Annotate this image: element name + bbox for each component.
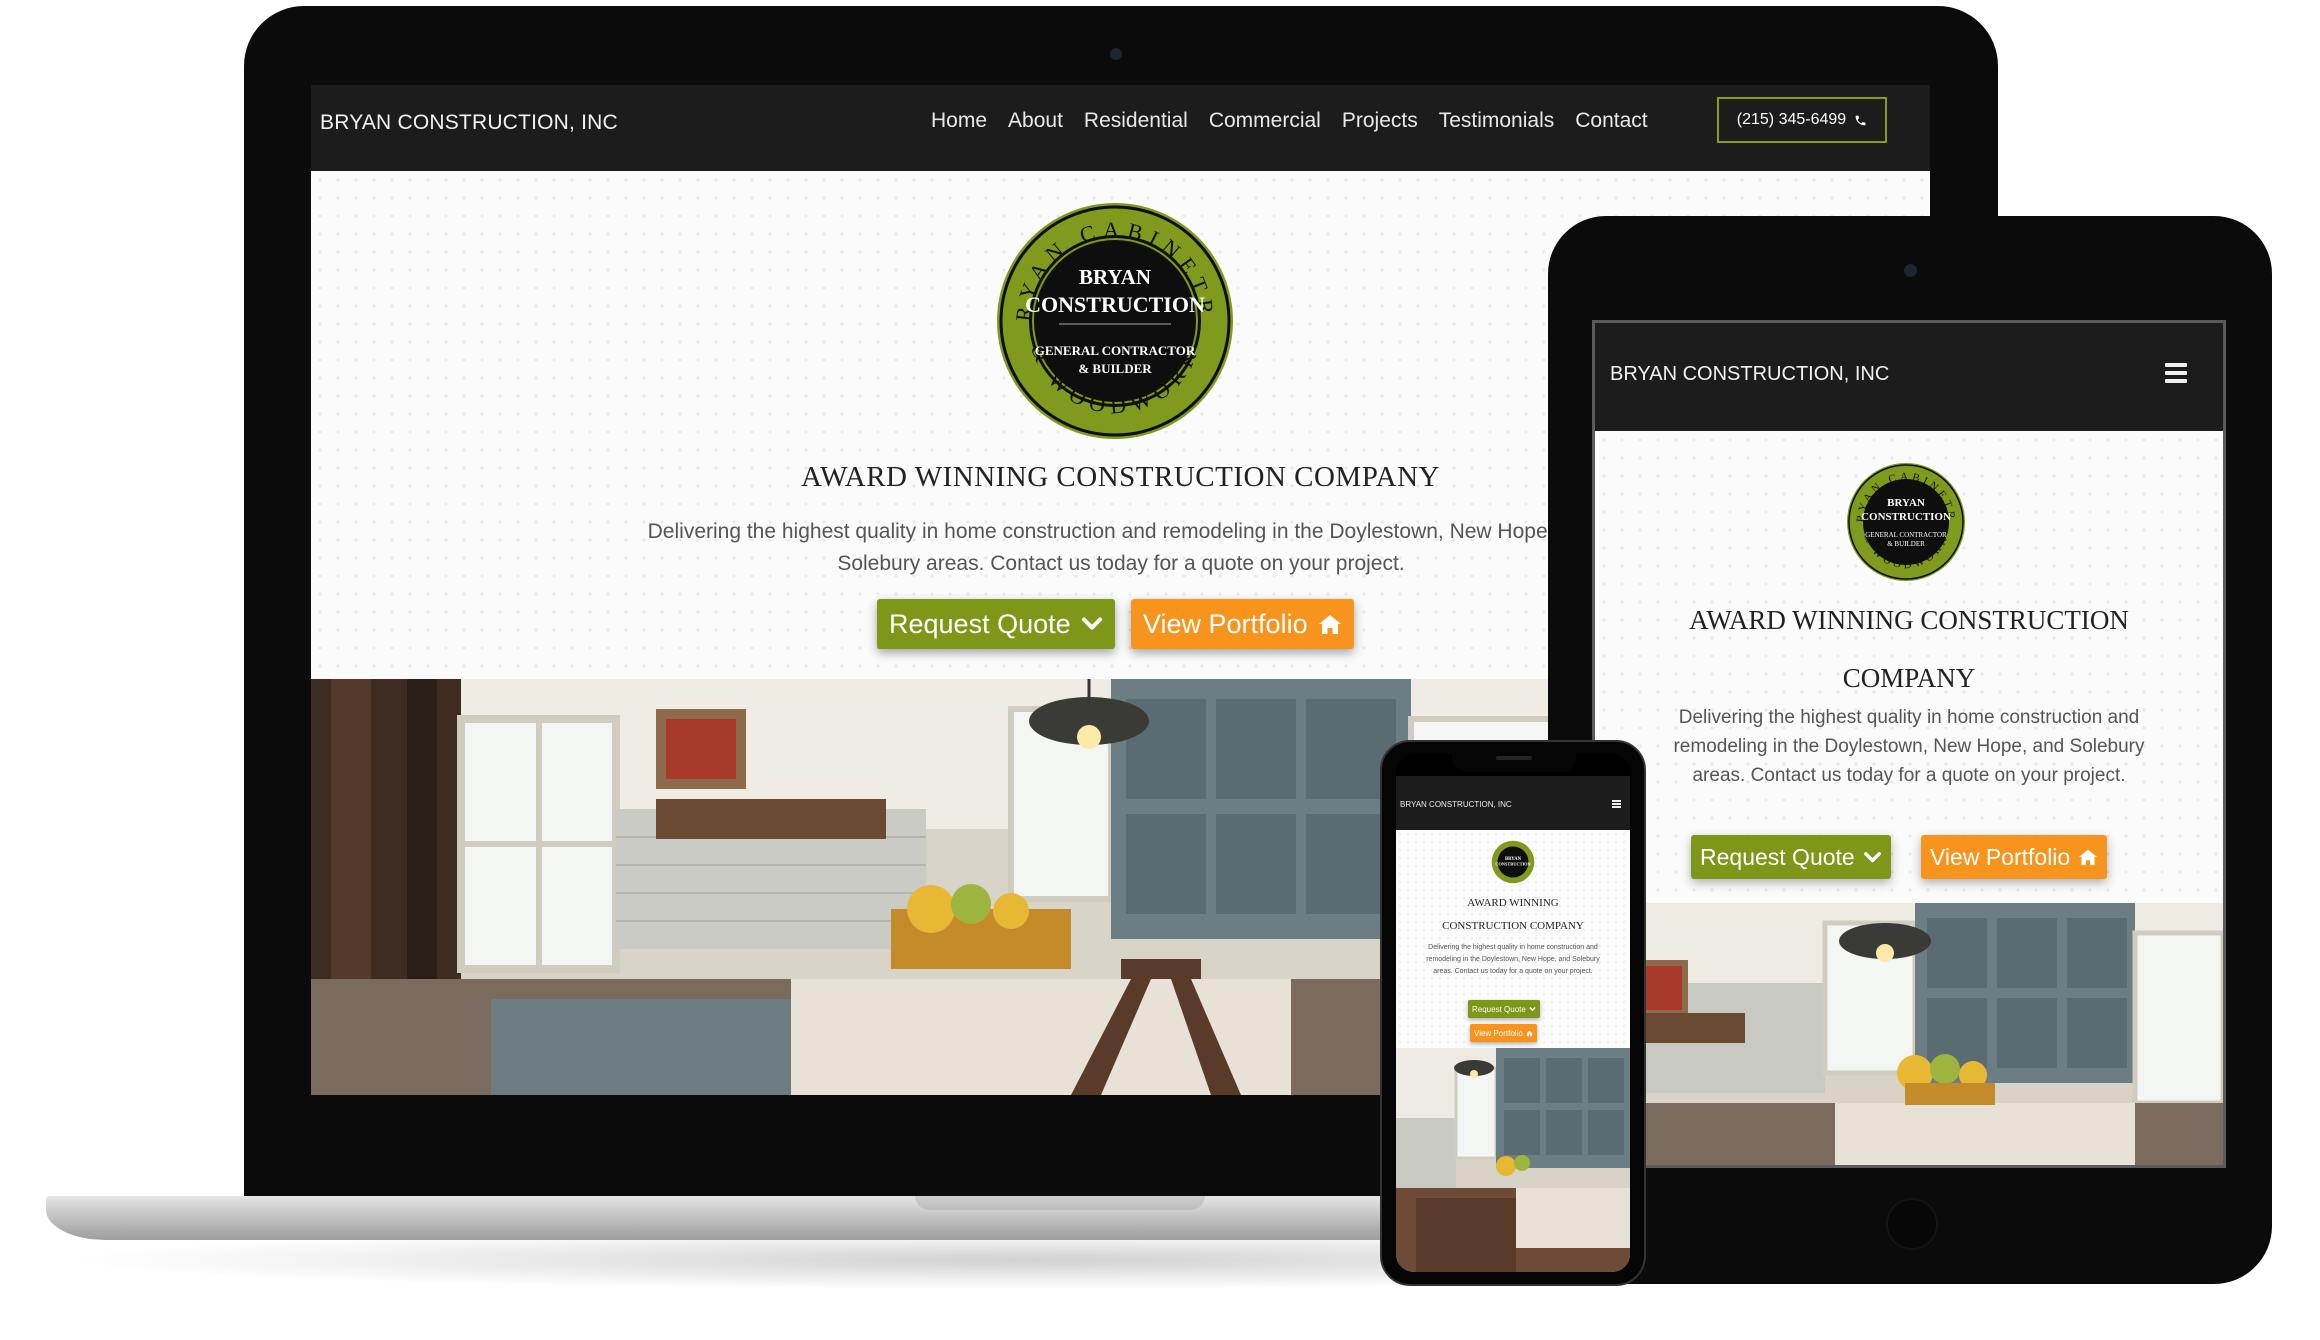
nav-item-projects[interactable]: Projects — [1342, 109, 1418, 133]
phone-screen: BRYAN CONSTRUCTION, INC BRYAN CONSTRUCTI… — [1396, 754, 1630, 1272]
tablet-camera — [1904, 264, 1917, 277]
phone-notch — [1452, 750, 1576, 772]
phone-button[interactable]: (215) 345-6499 — [1717, 97, 1887, 143]
request-quote-button[interactable]: Request Quote — [1468, 1000, 1540, 1018]
brand-link[interactable]: BRYAN CONSTRUCTION, INC — [1610, 363, 1889, 386]
nav-item-commercial[interactable]: Commercial — [1209, 109, 1321, 133]
nav-item-residential[interactable]: Residential — [1084, 109, 1188, 133]
logo-text: GENERAL CONTRACTOR — [1035, 343, 1196, 358]
company-logo: BRYAN CABINETRY & WOODWORK BRYAN CONSTRU… — [993, 199, 1233, 439]
hamburger-menu-icon[interactable] — [2165, 363, 2187, 383]
logo-text: GENERAL CONTRACTOR — [1865, 531, 1947, 539]
view-portfolio-button[interactable]: View Portfolio — [1470, 1024, 1537, 1042]
request-quote-label: Request Quote — [1700, 843, 1855, 870]
hero-description: Delivering the highest quality in home c… — [647, 520, 1595, 575]
home-icon — [1526, 1030, 1533, 1036]
kitchen-photo — [1595, 903, 2223, 1165]
hero-headline-line: COMPANY — [1842, 663, 1976, 693]
view-portfolio-label: View Portfolio — [1143, 608, 1308, 639]
logo-text: CONSTRUCTION — [1861, 511, 1951, 523]
hero-section: BRYAN CABINETRY & WOODWORK BRYAN CONSTRU… — [1595, 431, 2223, 903]
view-portfolio-label: View Portfolio — [1930, 843, 2071, 870]
navbar-tablet: BRYAN CONSTRUCTION, INC — [1595, 323, 2223, 431]
hero-description: Delivering the highest quality in home c… — [1426, 944, 1600, 975]
hero-headline: AWARD WINNING CONSTRUCTION COMPANY — [1635, 591, 2183, 707]
request-quote-label: Request Quote — [889, 608, 1071, 639]
navbar-mobile: BRYAN CONSTRUCTION, INC — [1396, 776, 1630, 830]
logo-text: BRYAN — [1079, 265, 1151, 289]
chevron-down-icon — [1863, 851, 1881, 862]
logo-text: CONSTRUCTION — [1025, 292, 1205, 317]
nav-item-contact[interactable]: Contact — [1575, 109, 1647, 133]
tablet-home-button — [1886, 1198, 1938, 1250]
nav-item-about[interactable]: About — [1008, 109, 1063, 133]
phone-speaker — [1496, 756, 1532, 760]
home-icon — [1318, 615, 1341, 634]
laptop-notch — [915, 1196, 1205, 1210]
navbar-desktop: BRYAN CONSTRUCTION, INC Home About Resid… — [311, 85, 1930, 171]
hero-description: Delivering the highest quality in home c… — [1673, 707, 2145, 786]
hero-section: BRYAN CONSTRUCTION AWARD WINNING CONSTRU… — [1396, 830, 1630, 1048]
hero-headline-line: AWARD WINNING CONSTRUCTION — [1689, 605, 2129, 635]
brand-link[interactable]: BRYAN CONSTRUCTION, INC — [320, 111, 618, 135]
phone-icon — [1855, 115, 1866, 125]
logo-text: BRYAN — [1505, 857, 1522, 862]
laptop-camera — [1110, 48, 1122, 60]
tablet-screen: BRYAN CONSTRUCTION, INC BRYAN CABINETRY … — [1592, 320, 2226, 1168]
request-quote-label: Request Quote — [1472, 1004, 1526, 1014]
hamburger-menu-icon[interactable] — [1612, 800, 1621, 808]
device-mockup-stage: BRYAN CONSTRUCTION, INC Home About Resid… — [0, 0, 2320, 1340]
company-logo: BRYAN CABINETRY & WOODWORK BRYAN CONSTRU… — [1845, 461, 1965, 581]
brand-link[interactable]: BRYAN CONSTRUCTION, INC — [1400, 800, 1512, 809]
logo-text: BRYAN — [1887, 497, 1925, 509]
logo-text: CONSTRUCTION — [1495, 862, 1531, 867]
view-portfolio-button[interactable]: View Portfolio — [1921, 835, 2108, 879]
nav-item-testimonials[interactable]: Testimonials — [1439, 109, 1555, 133]
hero-headline-line: CONSTRUCTION COMPANY — [1442, 920, 1584, 932]
nav-item-home[interactable]: Home — [931, 109, 987, 133]
hero-headline: AWARD WINNING CONSTRUCTION COMPANY — [1406, 892, 1620, 938]
company-logo: BRYAN CONSTRUCTION — [1491, 840, 1535, 884]
hero-headline-line: AWARD WINNING — [1467, 897, 1559, 909]
view-portfolio-button[interactable]: View Portfolio — [1131, 599, 1354, 649]
nav-menu: Home About Residential Commercial Projec… — [931, 109, 1669, 133]
chevron-down-icon — [1529, 1007, 1536, 1012]
phone-number: (215) 345-6499 — [1736, 111, 1847, 128]
request-quote-button[interactable]: Request Quote — [877, 599, 1115, 649]
logo-text: & BUILDER — [1887, 540, 1925, 548]
view-portfolio-label: View Portfolio — [1474, 1028, 1523, 1038]
home-icon — [2079, 849, 2098, 866]
request-quote-button[interactable]: Request Quote — [1691, 835, 1891, 879]
logo-text: & BUILDER — [1078, 361, 1152, 376]
kitchen-photo — [1396, 1048, 1630, 1272]
chevron-down-icon — [1081, 617, 1102, 630]
